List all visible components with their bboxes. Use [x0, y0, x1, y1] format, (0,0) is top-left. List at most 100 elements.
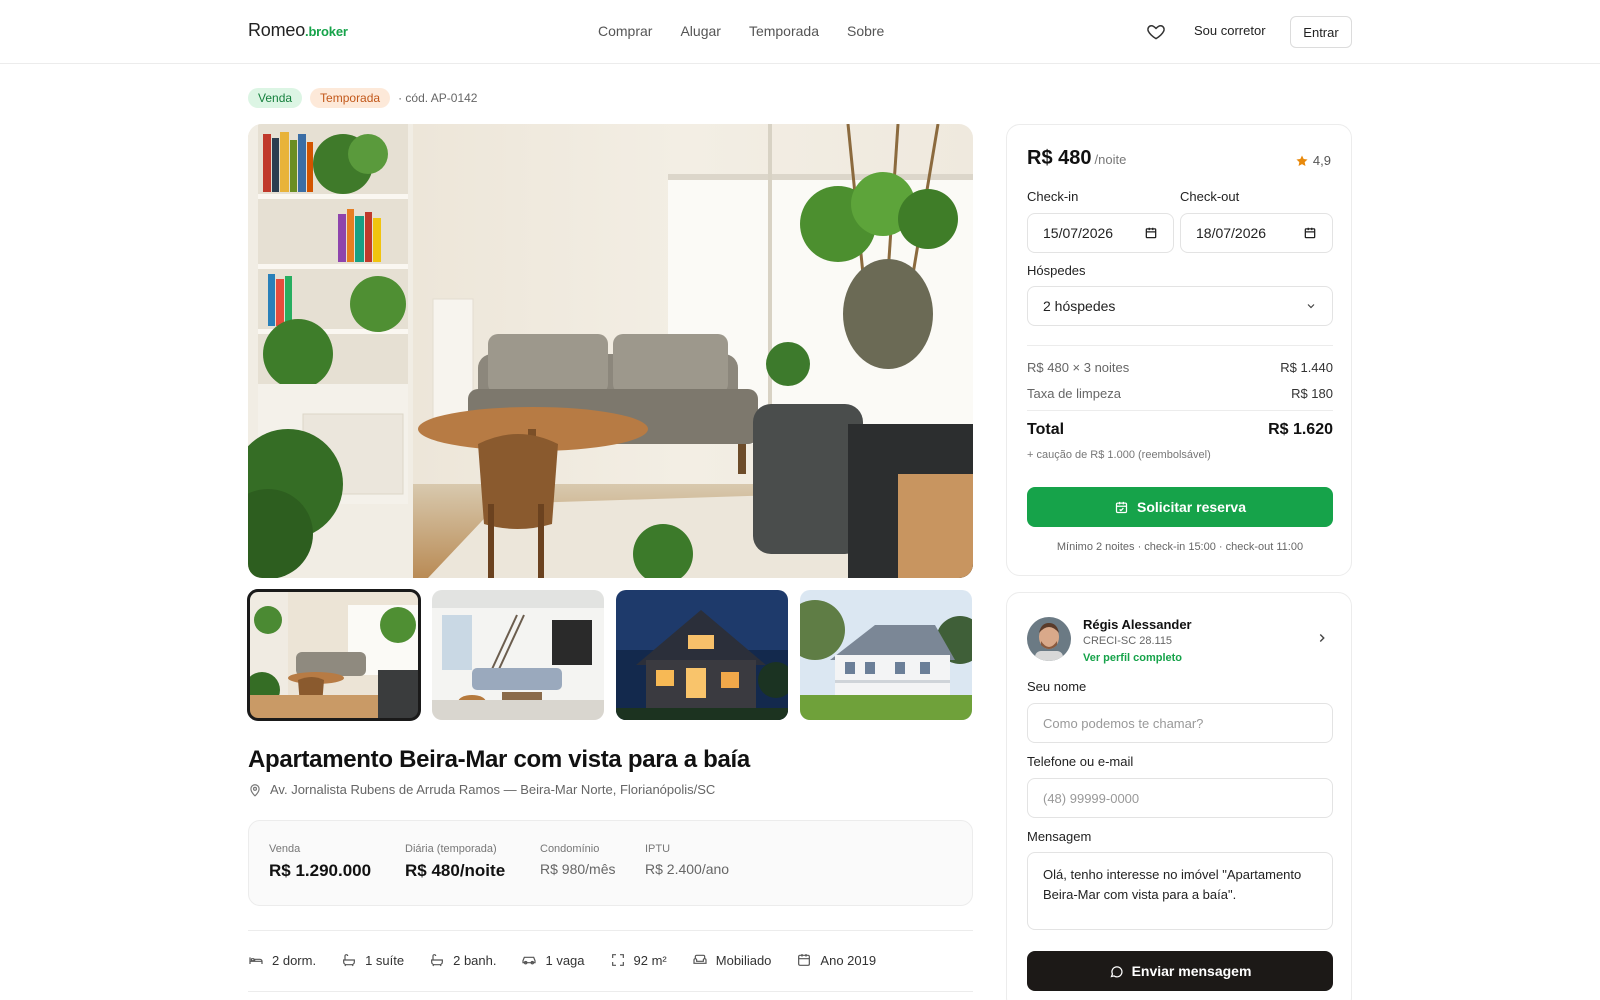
total-label: Total — [1027, 421, 1065, 438]
feature-bathrooms: 2 banh. — [429, 952, 496, 968]
divider — [1027, 410, 1333, 411]
heart-icon[interactable] — [1146, 22, 1166, 42]
feature-furnished: Mobiliado — [692, 952, 772, 968]
feature-suites: 1 suíte — [341, 952, 404, 968]
price-summary: Venda R$ 1.290.000 Diária (temporada) R$… — [248, 820, 973, 906]
feature-label: Mobiliado — [715, 952, 772, 968]
phone-label: Telefone ou e-mail — [1027, 754, 1134, 769]
chevron-right-icon[interactable] — [1315, 631, 1329, 645]
divider — [1027, 345, 1333, 346]
chevron-down-icon — [1307, 304, 1315, 309]
logo-main: Romeo — [248, 20, 306, 40]
avatar[interactable] — [1027, 617, 1071, 661]
feature-parking: 1 vaga — [521, 952, 585, 968]
send-message-button[interactable]: Enviar mensagem — [1027, 951, 1333, 991]
thumbnail-1[interactable] — [247, 589, 421, 721]
listing-tags: Venda Temporada · cód. AP-0142 — [248, 88, 477, 108]
message-label: Mensagem — [1027, 829, 1092, 844]
price-label: Venda — [269, 843, 301, 855]
price-value: R$ 2.400/ano — [645, 861, 730, 877]
car-icon — [522, 956, 537, 965]
agent-name: Régis Alessander — [1083, 617, 1192, 632]
feature-label: 1 vaga — [545, 952, 585, 968]
checkout-label: Check-out — [1180, 189, 1240, 204]
deposit-note: + caução de R$ 1.000 (reembolsável) — [1027, 449, 1211, 461]
listing-address: Av. Jornalista Rubens de Arruda Ramos — … — [248, 782, 715, 797]
main-nav: Comprar Alugar Temporada Sobre — [598, 23, 884, 39]
price-iptu: IPTU R$ 2.400/ano — [645, 843, 729, 877]
calendar-icon[interactable] — [1303, 226, 1317, 240]
calendar-check-icon — [1115, 501, 1128, 513]
cleaning-fee-label: Taxa de limpeza — [1027, 386, 1121, 401]
sou-corretor-link[interactable]: Sou corretor — [1194, 23, 1266, 38]
name-label: Seu nome — [1027, 679, 1087, 694]
sofa-icon — [693, 954, 707, 964]
feature-year: Ano 2019 — [796, 952, 876, 968]
total-value: R$ 1.620 — [1268, 421, 1333, 438]
thumbnail-3[interactable] — [616, 590, 788, 720]
thumb-modern-living-room — [432, 590, 604, 720]
checkin-label: Check-in — [1027, 189, 1079, 204]
request-reservation-label: Solicitar reserva — [1137, 499, 1246, 515]
guests-select[interactable]: 2 hóspedes — [1027, 286, 1333, 326]
address-text: Av. Jornalista Rubens de Arruda Ramos — … — [270, 782, 716, 797]
feature-area: 92 m² — [610, 952, 667, 968]
checkout-value: 18/07/2026 — [1196, 225, 1267, 241]
checkin-date-input[interactable]: 15/07/2026 — [1027, 213, 1174, 253]
checkout-date-input[interactable]: 18/07/2026 — [1180, 213, 1333, 253]
thumb-farmhouse — [800, 590, 972, 720]
living-room-photo — [248, 124, 973, 578]
entrar-button[interactable]: Entrar — [1290, 16, 1352, 48]
view-profile-link[interactable]: Ver perfil completo — [1083, 652, 1182, 664]
price-diaria: Diária (temporada) R$ 480/noite — [405, 843, 505, 881]
listing-title: Apartamento Beira-Mar com vista para a b… — [248, 746, 750, 773]
tag-temporada: Temporada — [310, 88, 391, 108]
guests-label: Hóspedes — [1027, 263, 1086, 278]
area-icon — [611, 954, 624, 966]
price-value: R$ 980/mês — [540, 861, 616, 877]
thumbnail-4[interactable] — [800, 590, 972, 720]
thumb-house-night — [616, 590, 788, 720]
nightly-price: R$ 480/noite — [1027, 147, 1126, 170]
price-condominio: Condomínio R$ 980/mês — [540, 843, 615, 877]
nav-alugar[interactable]: Alugar — [680, 23, 720, 39]
booking-rules-note: Mínimo 2 noites · check-in 15:00 · check… — [1056, 541, 1304, 553]
request-reservation-button[interactable]: Solicitar reserva — [1027, 487, 1333, 527]
phone-input[interactable]: (48) 99999-0000 — [1027, 778, 1333, 818]
price-venda: Venda R$ 1.290.000 — [269, 843, 371, 881]
tag-venda: Venda — [248, 88, 303, 108]
nav-temporada[interactable]: Temporada — [749, 23, 819, 39]
thumbnail-strip — [247, 589, 972, 721]
nights-cost-row: R$ 480 × 3 noites R$ 1.440 — [1027, 360, 1333, 375]
nights-cost-label: R$ 480 × 3 noites — [1027, 360, 1130, 375]
bed-icon — [249, 957, 263, 964]
rating-value: 4,9 — [1312, 153, 1331, 168]
price-label: Condomínio — [540, 843, 600, 855]
nav-sobre[interactable]: Sobre — [847, 23, 884, 39]
features-row: 2 dorm. 1 suíte 2 banh. 1 vaga 92 m² Mob… — [248, 952, 876, 968]
feature-label: 1 suíte — [365, 952, 405, 968]
cleaning-fee-value: R$ 180 — [1291, 386, 1333, 401]
nav-comprar[interactable]: Comprar — [598, 23, 652, 39]
location-pin-icon — [250, 783, 260, 797]
divider — [248, 991, 973, 992]
thumbnail-2[interactable] — [432, 590, 604, 720]
main-photo[interactable] — [248, 124, 973, 578]
calendar-icon[interactable] — [1144, 226, 1158, 240]
top-header: Romeo.broker Comprar Alugar Temporada So… — [0, 0, 1600, 64]
feature-label: Ano 2019 — [820, 952, 877, 968]
name-input[interactable]: Como podemos te chamar? — [1027, 703, 1333, 743]
price-value: R$ 480/noite — [405, 861, 506, 880]
agent-creci: CRECI-SC 28.115 — [1083, 635, 1173, 647]
star-icon — [1296, 154, 1308, 166]
logo[interactable]: Romeo.broker — [248, 20, 348, 41]
message-textarea[interactable]: Olá, tenho interesse no imóvel "Apartame… — [1027, 852, 1333, 930]
calendar-icon — [798, 954, 811, 966]
bathtub-icon — [343, 954, 356, 967]
price-label: IPTU — [645, 843, 671, 855]
nights-cost-value: R$ 1.440 — [1280, 360, 1333, 375]
total-row: Total R$ 1.620 — [1027, 421, 1333, 439]
agent-photo — [1027, 617, 1071, 661]
thumb-living-room — [248, 590, 420, 720]
bathtub-icon — [431, 954, 444, 967]
